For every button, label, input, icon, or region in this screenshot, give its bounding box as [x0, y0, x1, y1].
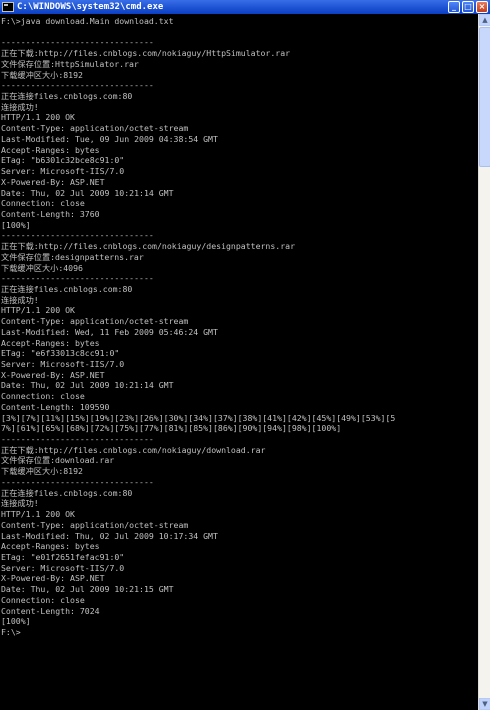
console-line: 下载缓冲区大小:8192 [1, 466, 83, 477]
console-line: ETag: "b6301c32bce8c91:0" [1, 155, 125, 166]
console-line: Accept-Ranges: bytes [1, 541, 100, 552]
console-line: ETag: "e6f33013c8cc91:0" [1, 348, 120, 359]
console-line: 文件保存位置:designpatterns.rar [1, 251, 144, 262]
console-line: ------------------------------- [1, 434, 154, 445]
console-line: 下载缓冲区大小:8192 [1, 69, 83, 80]
caption-buttons: _ □ × [448, 1, 488, 13]
console-line: 正在下载:http://files.cnblogs.com/nokiaguy/d… [1, 241, 296, 252]
close-button[interactable]: × [476, 1, 488, 13]
console-line: Connection: close [1, 198, 85, 209]
console-line: Content-Type: application/octet-stream [1, 123, 189, 134]
console-line: 下载缓冲区大小:4096 [1, 262, 83, 273]
console-line: Last-Modified: Tue, 09 Jun 2009 04:38:54… [1, 133, 218, 144]
maximize-button[interactable]: □ [462, 1, 474, 13]
minimize-button[interactable]: _ [448, 1, 460, 13]
vertical-scrollbar[interactable]: ▲ ▼ [478, 14, 490, 710]
console-line: [3%][7%][11%][15%][19%][23%][26%][30%][3… [1, 412, 396, 423]
console-line: X-Powered-By: ASP.NET [1, 176, 105, 187]
console-line: ------------------------------- [1, 230, 154, 241]
console-line: [100%] [1, 219, 31, 230]
console-line: Date: Thu, 02 Jul 2009 10:21:15 GMT [1, 584, 174, 595]
console-line: Content-Length: 109590 [1, 401, 110, 412]
console-line: ETag: "e01f2651fefac91:0" [1, 551, 125, 562]
console-line: Server: Microsoft-IIS/7.0 [1, 166, 125, 177]
console-line: Date: Thu, 02 Jul 2009 10:21:14 GMT [1, 380, 174, 391]
console-line: 正在连接files.cnblogs.com:80 [1, 283, 133, 294]
scroll-thumb[interactable] [479, 27, 490, 167]
scroll-up-button[interactable]: ▲ [479, 14, 490, 26]
console-line: Date: Thu, 02 Jul 2009 10:21:14 GMT [1, 187, 174, 198]
scroll-down-button[interactable]: ▼ [479, 698, 490, 710]
console-line: 正在下载:http://files.cnblogs.com/nokiaguy/d… [1, 444, 266, 455]
console-line: Accept-Ranges: bytes [1, 337, 100, 348]
console-line: Content-Length: 3760 [1, 208, 100, 219]
console-line: 正在连接files.cnblogs.com:80 [1, 91, 133, 102]
console-line: ------------------------------- [1, 273, 154, 284]
console-line: 连接成功! [1, 294, 39, 305]
console-line: X-Powered-By: ASP.NET [1, 369, 105, 380]
console-app-icon[interactable] [2, 2, 14, 12]
console-line: X-Powered-By: ASP.NET [1, 573, 105, 584]
console-line: Content-Length: 7024 [1, 605, 100, 616]
cmd-window: C:\WINDOWS\system32\cmd.exe _ □ × F:\>ja… [0, 0, 490, 710]
console-line: ------------------------------- [1, 37, 154, 48]
title-bar[interactable]: C:\WINDOWS\system32\cmd.exe _ □ × [0, 0, 490, 14]
console-line: 文件保存位置:download.rar [1, 455, 115, 466]
console-line: F:\> [1, 626, 21, 637]
console-line: Connection: close [1, 391, 85, 402]
console-line: Server: Microsoft-IIS/7.0 [1, 359, 125, 369]
console-line: Accept-Ranges: bytes [1, 144, 100, 155]
console-line: 文件保存位置:HttpSimulator.rar [1, 58, 139, 69]
console-line: HTTP/1.1 200 OK [1, 305, 75, 316]
console-line: [100%] [1, 616, 31, 627]
console-line: 连接成功! [1, 101, 39, 112]
console-line: ------------------------------- [1, 476, 154, 487]
console-line: 7%][61%][65%][68%][72%][75%][77%][81%][8… [1, 423, 342, 434]
console-line: Content-Type: application/octet-stream [1, 519, 189, 530]
console-line: Content-Type: application/octet-stream [1, 316, 189, 327]
console-line: 正在下载:http://files.cnblogs.com/nokiaguy/H… [1, 48, 291, 59]
console-line: F:\>java download.Main download.txt [1, 16, 174, 26]
console-line: HTTP/1.1 200 OK [1, 509, 75, 520]
console-line: 连接成功! [1, 498, 39, 509]
console-output[interactable]: F:\>java download.Main download.txt -----… [0, 14, 478, 710]
console-line: Last-Modified: Wed, 11 Feb 2009 05:46:24… [1, 326, 218, 337]
console-line: Server: Microsoft-IIS/7.0 [1, 562, 125, 573]
console-line: 正在连接files.cnblogs.com:80 [1, 487, 133, 498]
console-line: ------------------------------- [1, 80, 154, 91]
window-title: C:\WINDOWS\system32\cmd.exe [17, 2, 164, 12]
console-line: Last-Modified: Thu, 02 Jul 2009 10:17:34… [1, 530, 218, 541]
console-line: HTTP/1.1 200 OK [1, 112, 75, 123]
console-line: Connection: close [1, 594, 85, 605]
